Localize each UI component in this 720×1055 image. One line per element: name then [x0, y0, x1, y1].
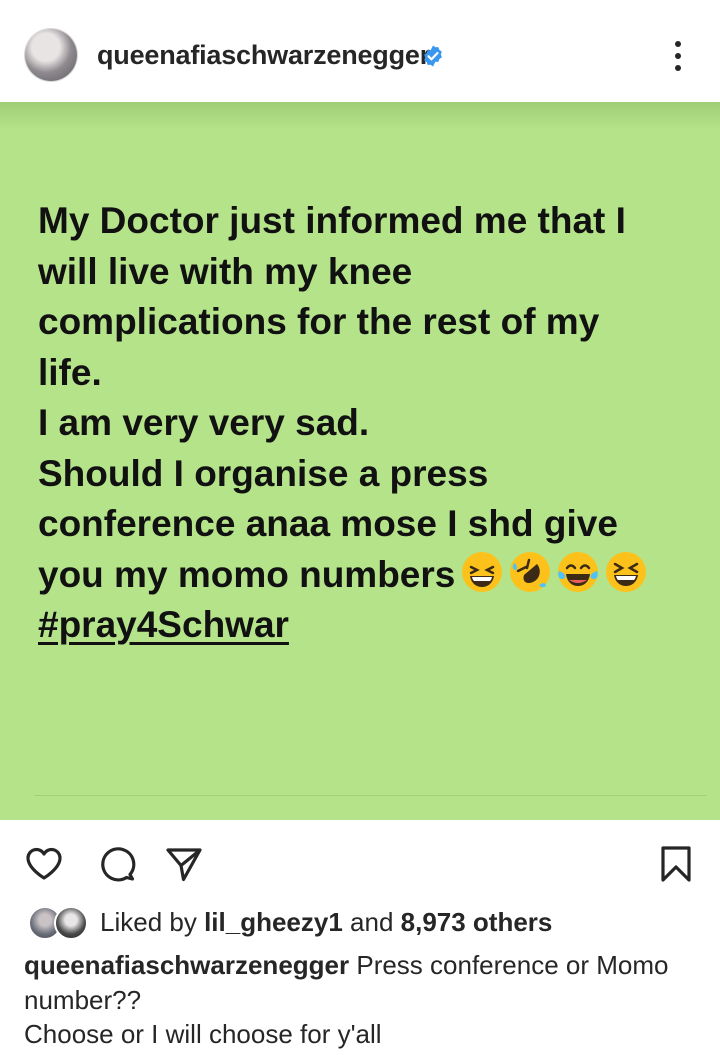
post-image-text: My Doctor just informed me that I will l… — [38, 196, 688, 651]
post-header: queenafiaschwarzenegger — [0, 0, 720, 102]
heart-icon[interactable] — [24, 844, 64, 884]
post-text-line: life. — [38, 351, 102, 393]
post-text-line: Should I organise a press — [38, 452, 489, 494]
profile-avatar[interactable] — [25, 29, 77, 81]
more-options-icon[interactable] — [668, 38, 688, 74]
paper-plane-icon[interactable] — [164, 844, 204, 884]
avatar — [54, 906, 88, 940]
post-text-line: you my momo numbers — [38, 553, 456, 595]
post-text-line: My Doctor just informed me that I — [38, 200, 626, 241]
post-caption: queenafiaschwarzenegger Press conference… — [24, 948, 704, 1052]
comment-icon[interactable] — [97, 844, 137, 884]
bookmark-icon[interactable] — [656, 844, 696, 884]
post-text-line: complications for the rest of my — [38, 301, 600, 342]
laughing-face-icon — [605, 551, 647, 593]
image-divider — [34, 795, 706, 796]
likes-count[interactable]: 8,973 others — [401, 907, 553, 937]
face-with-tears-of-joy-icon — [557, 551, 599, 593]
likes-middle: and — [342, 907, 401, 937]
caption-username[interactable]: queenafiaschwarzenegger — [24, 950, 349, 980]
action-bar — [0, 820, 720, 898]
grinning-squinting-face-icon — [461, 551, 503, 593]
likes-prefix: Liked by — [100, 907, 205, 937]
post-text-line: conference anaa mose I shd give — [38, 503, 618, 544]
liker-username[interactable]: lil_gheezy1 — [204, 907, 343, 937]
hashtag-link[interactable]: #pray4Schwar — [38, 600, 688, 651]
caption-text-line2: Choose or I will choose for y'all — [24, 1019, 382, 1049]
post-image[interactable]: My Doctor just informed me that I will l… — [0, 102, 720, 820]
post-text-line: will live with my knee — [38, 250, 413, 292]
verified-badge-icon — [424, 45, 442, 67]
likes-summary[interactable]: Liked by lil_gheezy1 and 8,973 others — [100, 907, 552, 938]
likes-row: Liked by lil_gheezy1 and 8,973 others — [24, 904, 714, 940]
liker-avatars[interactable] — [28, 906, 90, 940]
image-top-shade — [0, 102, 720, 130]
username-link[interactable]: queenafiaschwarzenegger — [97, 40, 430, 71]
post-text-line-with-emoji: you my momo numbers — [38, 550, 688, 601]
post-text-line: I am very very sad. — [38, 402, 370, 443]
rolling-on-floor-laughing-icon — [509, 551, 551, 593]
